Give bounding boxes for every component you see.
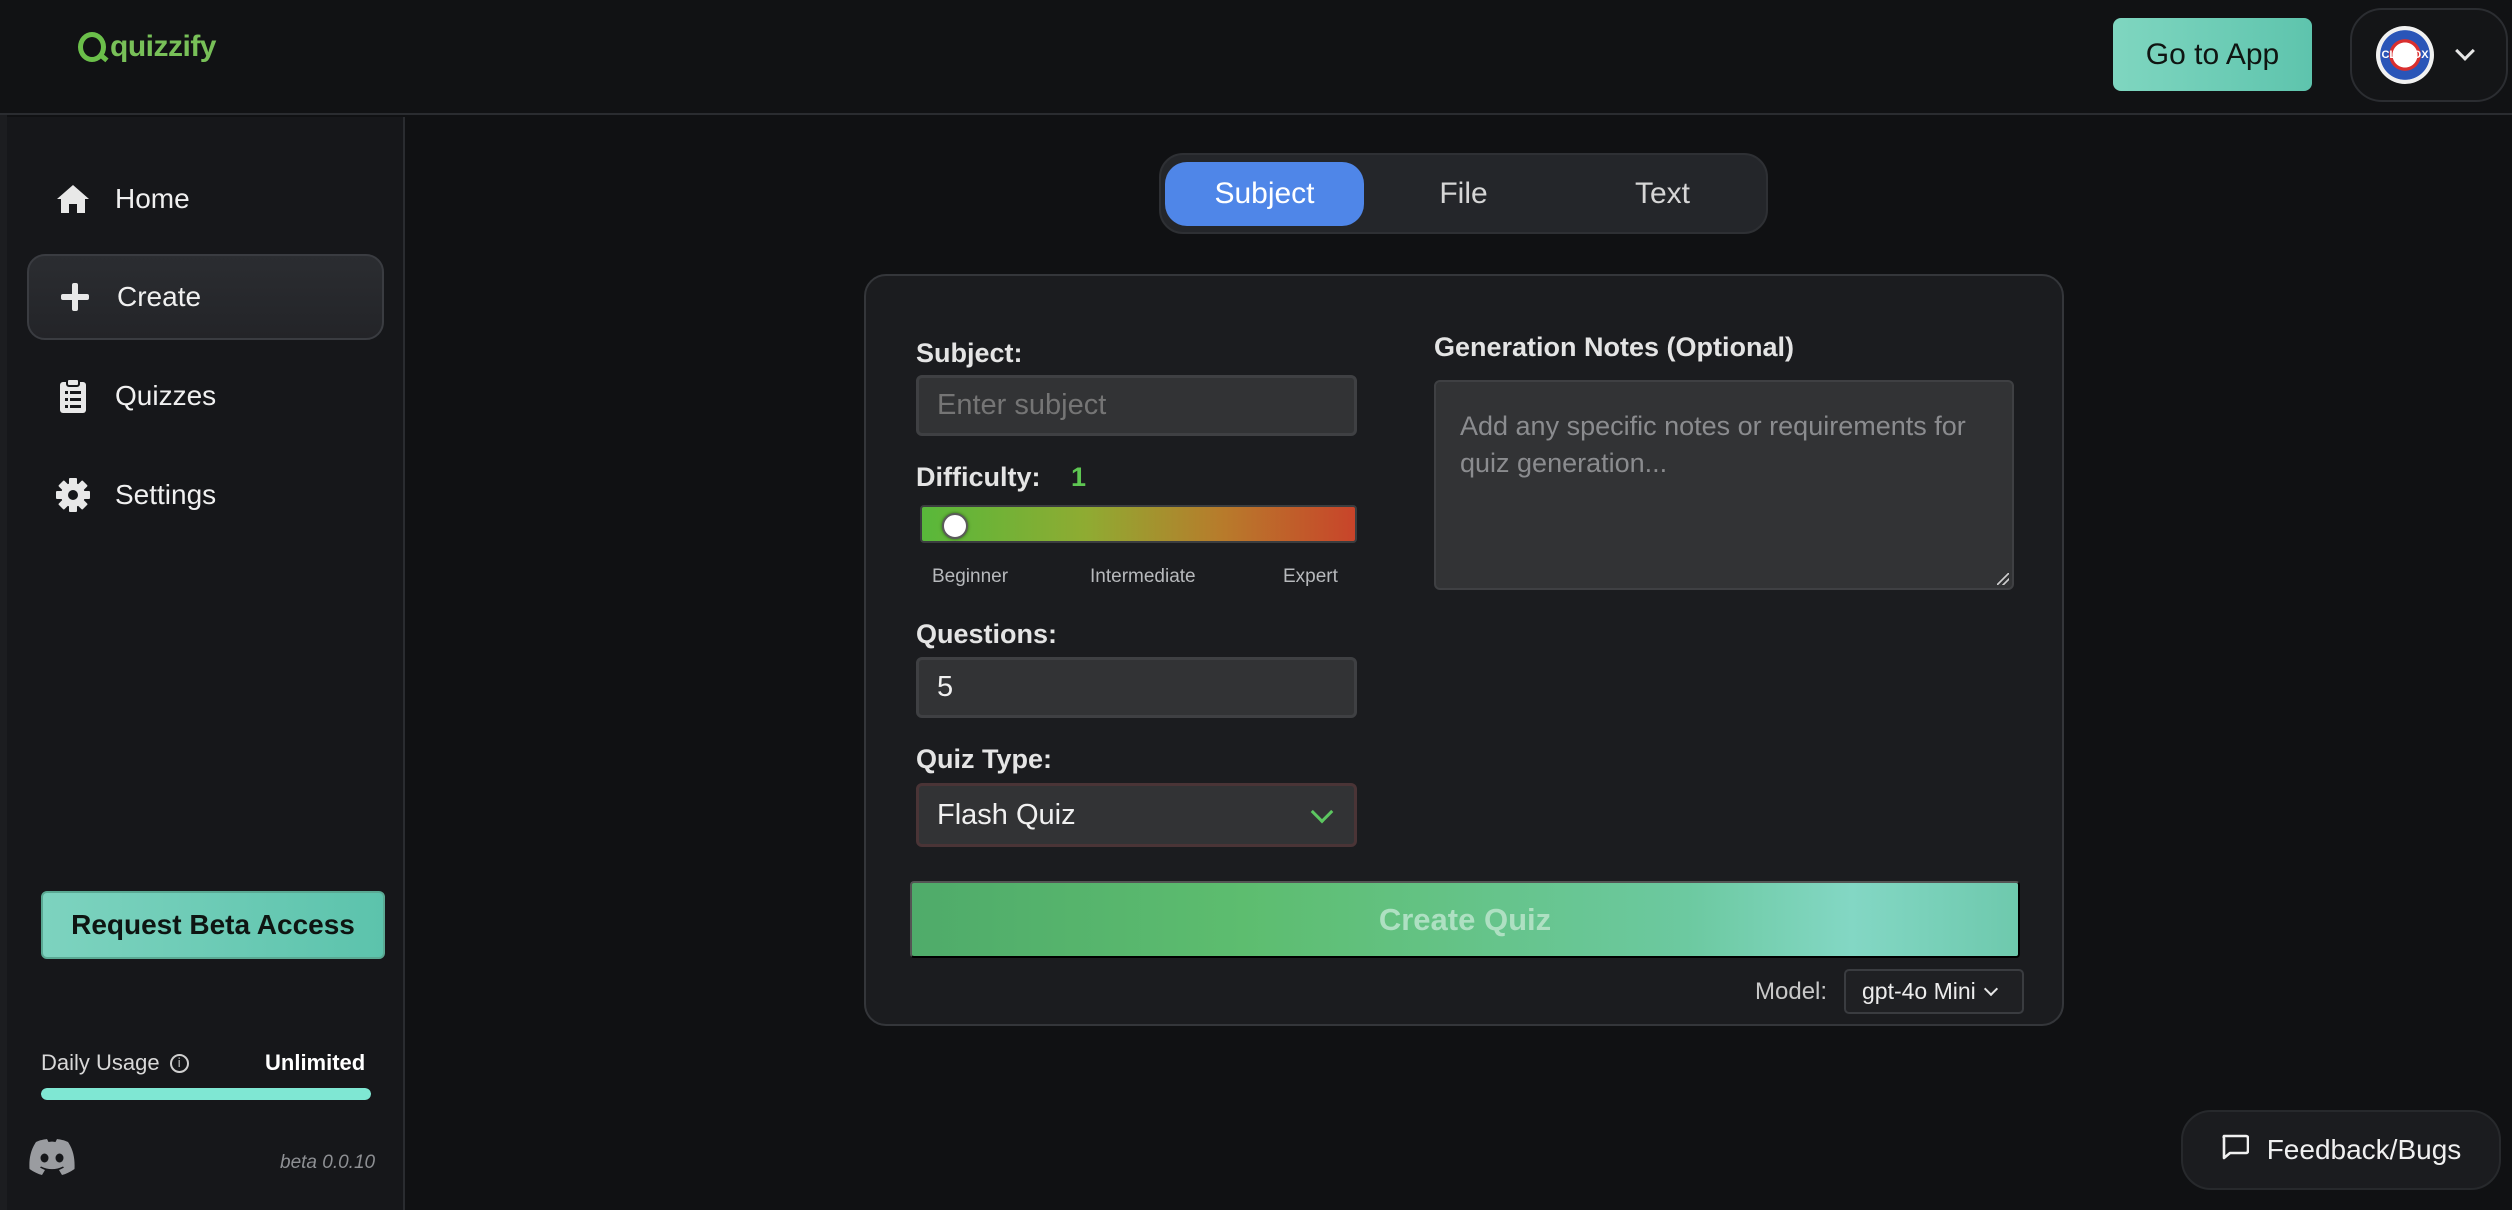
chevron-down-icon — [1983, 981, 1998, 996]
avatar: CLOROX — [2376, 26, 2434, 84]
logo-text: quizzify — [110, 30, 217, 63]
source-tabs: Subject File Text — [1159, 153, 1768, 234]
top-header: quizzify Go to App CLOROX — [0, 0, 2512, 115]
tab-subject[interactable]: Subject — [1165, 161, 1364, 226]
daily-usage-label: Daily Usage i — [41, 1050, 189, 1076]
clipboard-icon — [55, 378, 91, 414]
subject-label: Subject: — [916, 338, 1023, 368]
sidebar-item-quizzes[interactable]: Quizzes — [27, 353, 384, 439]
model-label: Model: — [1755, 978, 1828, 1005]
tab-file[interactable]: File — [1364, 162, 1563, 226]
sidebar-item-home[interactable]: Home — [27, 156, 384, 242]
sidebar-item-label: Create — [117, 281, 202, 312]
difficulty-slider[interactable] — [920, 505, 1357, 543]
daily-usage-value: Unlimited — [265, 1050, 366, 1075]
app-logo[interactable]: quizzify — [78, 30, 217, 64]
gear-icon — [55, 477, 91, 513]
info-icon[interactable]: i — [169, 1053, 189, 1073]
generation-notes-label: Generation Notes (Optional) — [1434, 332, 1795, 362]
version-label: beta 0.0.10 — [280, 1152, 376, 1173]
daily-usage-fill — [41, 1088, 371, 1100]
sidebar-item-label: Home — [115, 183, 190, 214]
subject-input[interactable] — [916, 375, 1357, 436]
generation-notes-textarea[interactable]: Add any specific notes or requirements f… — [1434, 380, 2014, 590]
create-quiz-button[interactable]: Create Quiz — [910, 881, 2020, 958]
quiz-type-value: Flash Quiz — [937, 798, 1076, 831]
sidebar-item-create[interactable]: Create — [27, 254, 384, 340]
discord-icon[interactable] — [29, 1139, 75, 1175]
difficulty-value: 1 — [1071, 462, 1087, 492]
user-menu[interactable]: CLOROX — [2350, 8, 2508, 102]
home-icon — [55, 181, 91, 217]
questions-label: Questions: — [916, 619, 1058, 649]
sidebar-item-settings[interactable]: Settings — [27, 452, 384, 538]
quiz-form-card: Subject: Difficulty: 1 Beginner Intermed… — [864, 274, 2064, 1026]
chevron-down-icon — [1310, 800, 1334, 824]
daily-usage-text: Daily Usage — [41, 1050, 160, 1075]
request-beta-access-button[interactable]: Request Beta Access — [41, 891, 385, 959]
questions-input[interactable]: 5 — [916, 657, 1357, 718]
go-to-app-button[interactable]: Go to App — [2113, 18, 2312, 91]
sidebar-item-label: Settings — [115, 479, 217, 510]
resize-handle-icon[interactable] — [1997, 573, 2009, 585]
daily-usage-bar — [41, 1088, 371, 1100]
feedback-button[interactable]: Feedback/Bugs — [2181, 1110, 2501, 1190]
plus-icon — [57, 279, 93, 315]
difficulty-tick-intermediate: Intermediate — [1090, 566, 1196, 587]
quiz-type-select[interactable]: Flash Quiz — [916, 783, 1357, 847]
logo-icon — [78, 32, 106, 62]
sidebar-item-label: Quizzes — [115, 380, 217, 411]
difficulty-slider-thumb[interactable] — [942, 513, 968, 539]
difficulty-tick-expert: Expert — [1283, 566, 1338, 587]
difficulty-tick-beginner: Beginner — [932, 566, 1009, 587]
chevron-down-icon — [2455, 41, 2475, 61]
quiz-type-label: Quiz Type: — [916, 744, 1053, 774]
difficulty-label: Difficulty: — [916, 462, 1041, 492]
sidebar: Home Create Quizzes Settings Request Bet… — [7, 117, 405, 1210]
generation-notes-placeholder: Add any specific notes or requirements f… — [1460, 411, 1966, 478]
tab-text[interactable]: Text — [1563, 162, 1762, 226]
model-value: gpt-4o Mini — [1862, 978, 1976, 1004]
model-select[interactable]: gpt-4o Mini — [1844, 969, 2024, 1014]
chat-bubble-icon — [2221, 1134, 2250, 1167]
feedback-label: Feedback/Bugs — [2266, 1134, 2462, 1165]
window-edge — [0, 0, 7, 1210]
